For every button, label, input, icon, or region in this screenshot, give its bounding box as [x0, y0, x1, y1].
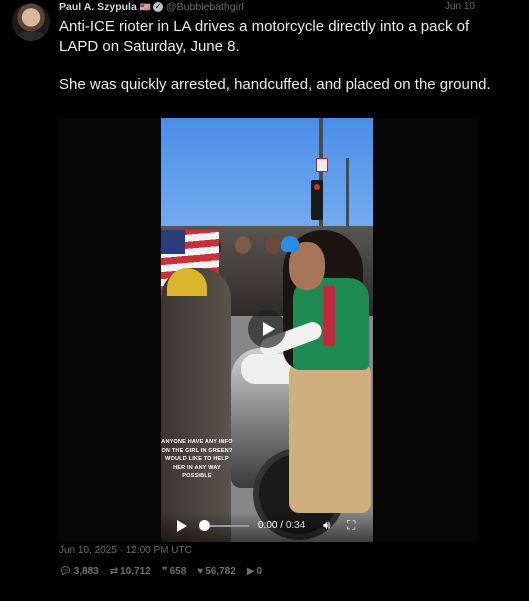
reply-count[interactable]: 💬︎ 3,883	[59, 566, 99, 577]
play-icon[interactable]	[177, 520, 187, 532]
tweet-stats: 💬︎ 3,883 ⇄ 10,712 ❞ 658 ♥ 56,782 ▶ 0	[59, 566, 262, 577]
fullscreen-icon[interactable]: ⛶	[347, 518, 355, 533]
tweet-paragraph-2: She was quickly arrested, handcuffed, an…	[59, 76, 491, 93]
play-icon: ▶	[246, 566, 255, 577]
heart-icon: ♥	[197, 566, 204, 577]
speech-bubble-icon: 💬︎	[59, 566, 72, 577]
time-display: 0:00 / 0:34	[258, 520, 306, 531]
progress-bar[interactable]	[205, 525, 249, 527]
author-line: Paul A. Szypula 🇺🇸 ✓ @Bubblebathgirl	[59, 1, 244, 13]
current-time: 0:00	[258, 520, 278, 531]
quote-count[interactable]: ❞ 658	[162, 566, 187, 577]
like-count[interactable]: ♥ 56,782	[197, 566, 236, 577]
duration: 0:34	[285, 520, 306, 531]
tweet-paragraph-1: Anti-ICE rioter in LA drives a motorcycl…	[59, 18, 470, 55]
volume-icon[interactable]: 🔊︎	[323, 518, 331, 533]
tweet-timestamp[interactable]: Jun 10, 2025 · 12:00 PM UTC	[59, 545, 192, 556]
center-play-button[interactable]	[248, 310, 286, 348]
verified-icon: ✓	[153, 2, 164, 13]
video-controls: 0:00 / 0:34 🔊︎ ⛶	[161, 512, 373, 542]
retweet-icon: ⇄	[109, 566, 119, 577]
author-name[interactable]: Paul A. Szypula	[59, 1, 137, 13]
author-handle[interactable]: @Bubblebathgirl	[166, 1, 244, 13]
avatar[interactable]	[12, 3, 50, 41]
tweet-date[interactable]: Jun 10	[445, 1, 475, 12]
video-player[interactable]: ANYONE HAVE ANY INFO ON THE GIRL IN GREE…	[161, 118, 373, 542]
video-caption: ANYONE HAVE ANY INFO ON THE GIRL IN GREE…	[161, 439, 233, 479]
quote-icon: ❞	[161, 566, 168, 577]
tweet: Paul A. Szypula 🇺🇸 ✓ @Bubblebathgirl Jun 10…	[0, 0, 529, 601]
video-frame-sky	[161, 118, 373, 238]
retweet-count[interactable]: ⇄ 10,712	[110, 566, 151, 577]
us-flag-icon: 🇺🇸	[139, 2, 152, 12]
tweet-text: Anti-ICE rioter in LA drives a motorcycl…	[59, 17, 499, 114]
view-count[interactable]: ▶ 0	[247, 566, 262, 577]
progress-knob[interactable]	[199, 520, 210, 531]
